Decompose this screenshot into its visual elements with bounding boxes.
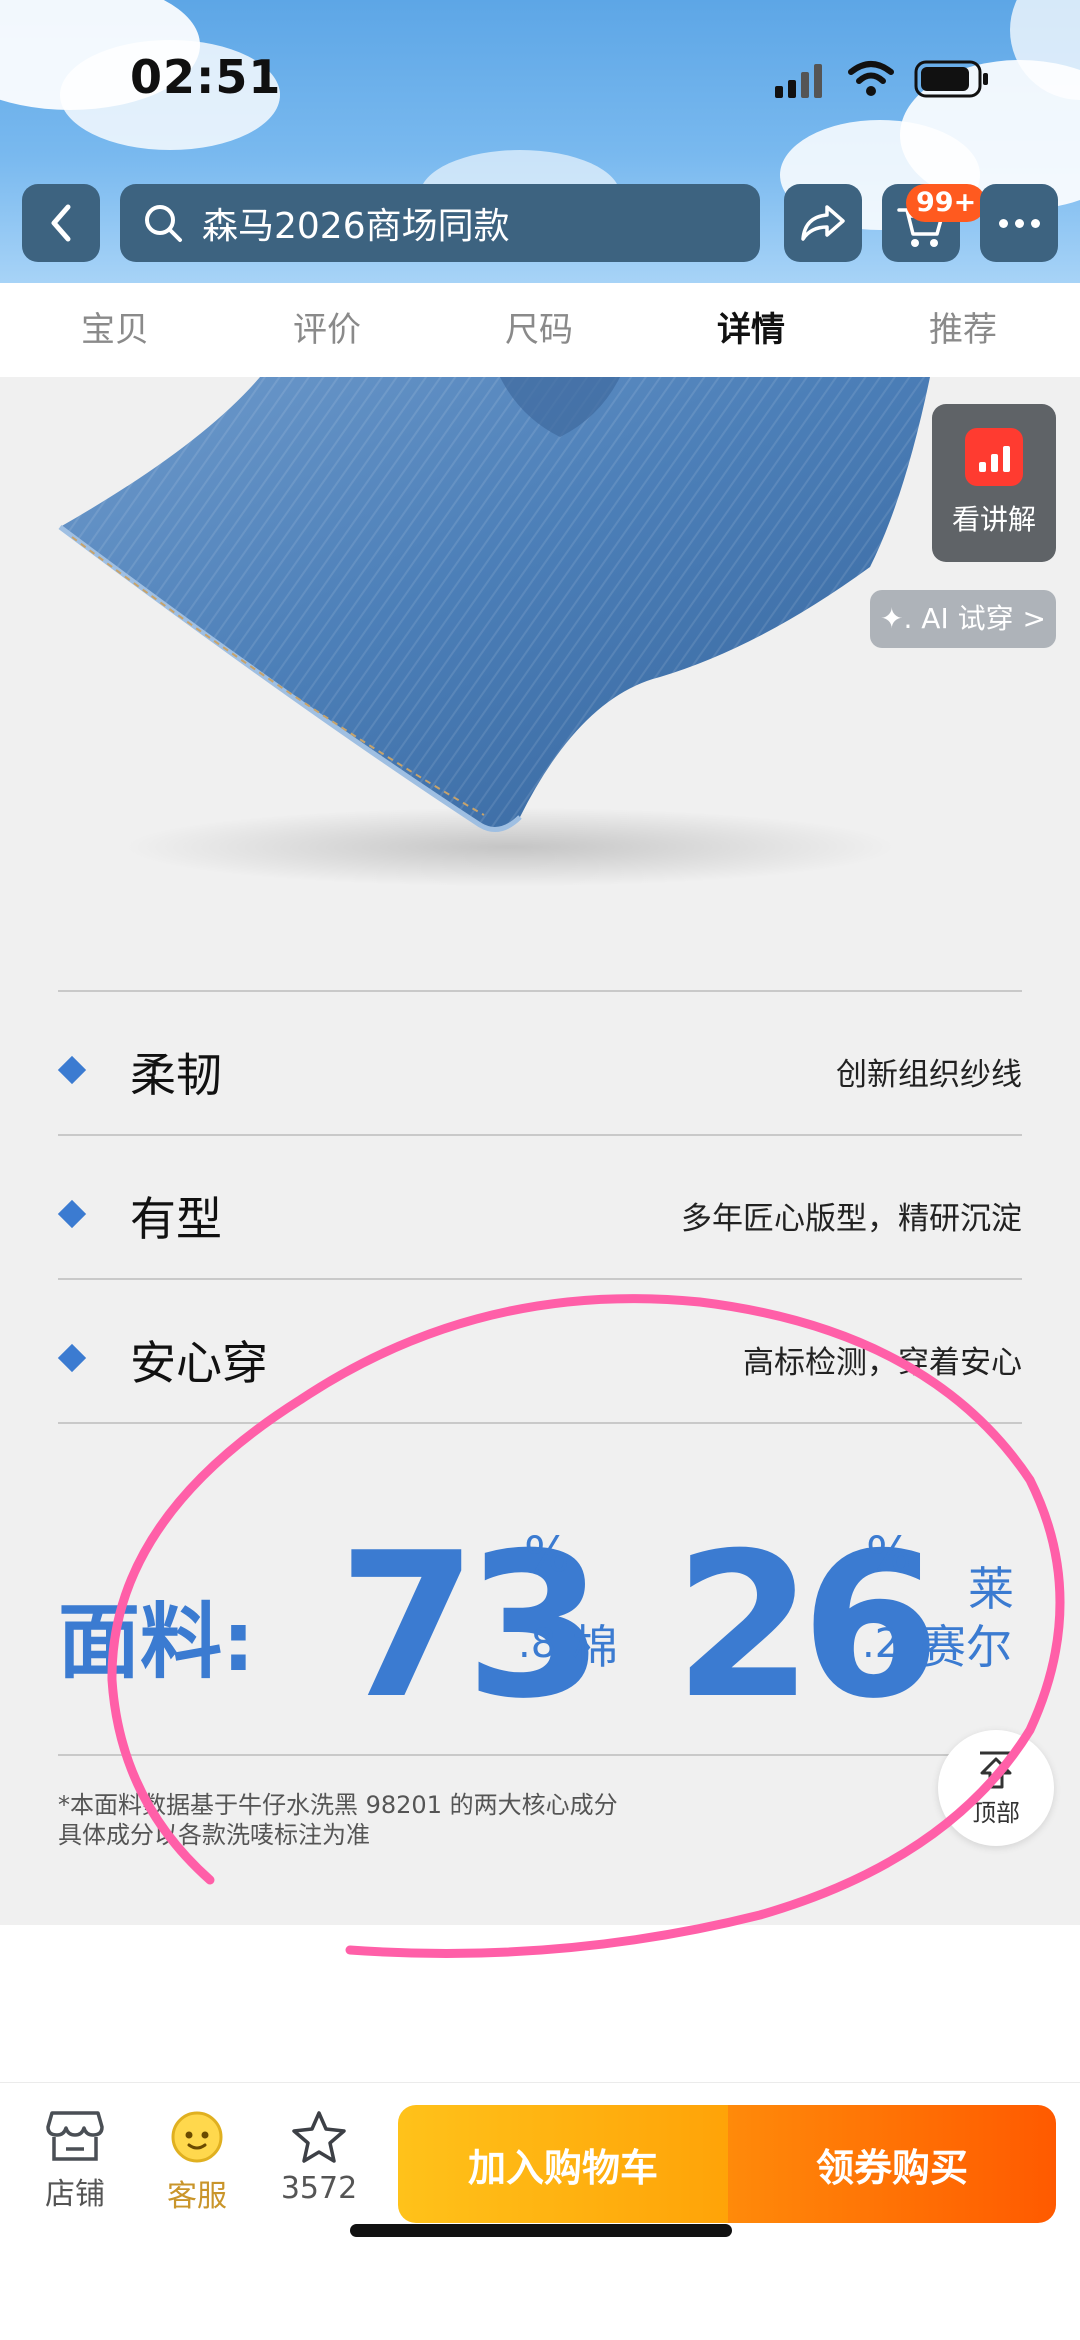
feature-title: 有型 <box>130 1192 222 1246</box>
ai-explain-button[interactable]: 看讲解 <box>932 404 1056 562</box>
chevron-left-icon <box>51 204 71 242</box>
cellular-signal-icon <box>775 62 827 98</box>
share-button[interactable] <box>784 184 862 262</box>
divider <box>58 990 1022 992</box>
search-query: 森马2026商场同款 <box>202 206 510 247</box>
status-time: 02:51 <box>130 50 282 104</box>
feature-title: 柔韧 <box>130 1048 222 1102</box>
section-tabs: 宝贝 评价 尺码 详情 推荐 <box>0 283 1080 378</box>
buy-with-coupon-button[interactable]: 领券购买 <box>728 2105 1056 2223</box>
share-icon <box>801 205 845 241</box>
bottom-action-bar: 店铺 客服 3572 加入购物车 领券购买 <box>0 2082 1080 2340</box>
battery-icon <box>914 60 988 98</box>
add-to-cart-button[interactable]: 加入购物车 <box>398 2105 728 2223</box>
more-dots-icon <box>998 218 1008 228</box>
diamond-bullet-icon <box>57 1199 87 1229</box>
customer-service-icon <box>171 2111 223 2163</box>
more-button[interactable] <box>980 184 1058 262</box>
search-bar[interactable]: 森马2026商场同款 <box>120 184 760 262</box>
home-indicator <box>350 2224 732 2237</box>
feature-description: 多年匠心版型，精研沉淀 <box>681 1201 1022 1237</box>
search-icon <box>145 205 182 242</box>
shop-label: 店铺 <box>45 2177 105 2212</box>
customer-service-button[interactable]: 客服 <box>142 2109 252 2215</box>
back-button[interactable] <box>22 184 100 262</box>
tab-reviews[interactable]: 评价 <box>247 283 407 377</box>
cart-count-badge: 99+ <box>906 184 987 222</box>
tab-item[interactable]: 宝贝 <box>35 283 195 377</box>
tab-details[interactable]: 详情 <box>671 283 831 377</box>
ai-explain-label: 看讲解 <box>951 503 1036 536</box>
bar-chart-icon <box>965 428 1023 486</box>
shop-button[interactable]: 店铺 <box>20 2109 130 2213</box>
service-label: 客服 <box>167 2179 227 2214</box>
tab-size[interactable]: 尺码 <box>459 283 619 377</box>
feature-description: 创新组织纱线 <box>836 1057 1022 1093</box>
store-icon <box>46 2111 104 2161</box>
diamond-bullet-icon <box>57 1055 87 1085</box>
favorite-button[interactable]: 3572 <box>264 2109 374 2206</box>
tab-recommend[interactable]: 推荐 <box>883 283 1043 377</box>
favorites-count: 3572 <box>280 2171 358 2206</box>
star-icon <box>292 2111 346 2163</box>
annotation-circle <box>107 1294 1065 1958</box>
divider <box>58 1134 1022 1136</box>
ai-tryon-button[interactable]: ✦. AI 试穿 > <box>870 590 1056 648</box>
wifi-icon <box>848 61 894 96</box>
